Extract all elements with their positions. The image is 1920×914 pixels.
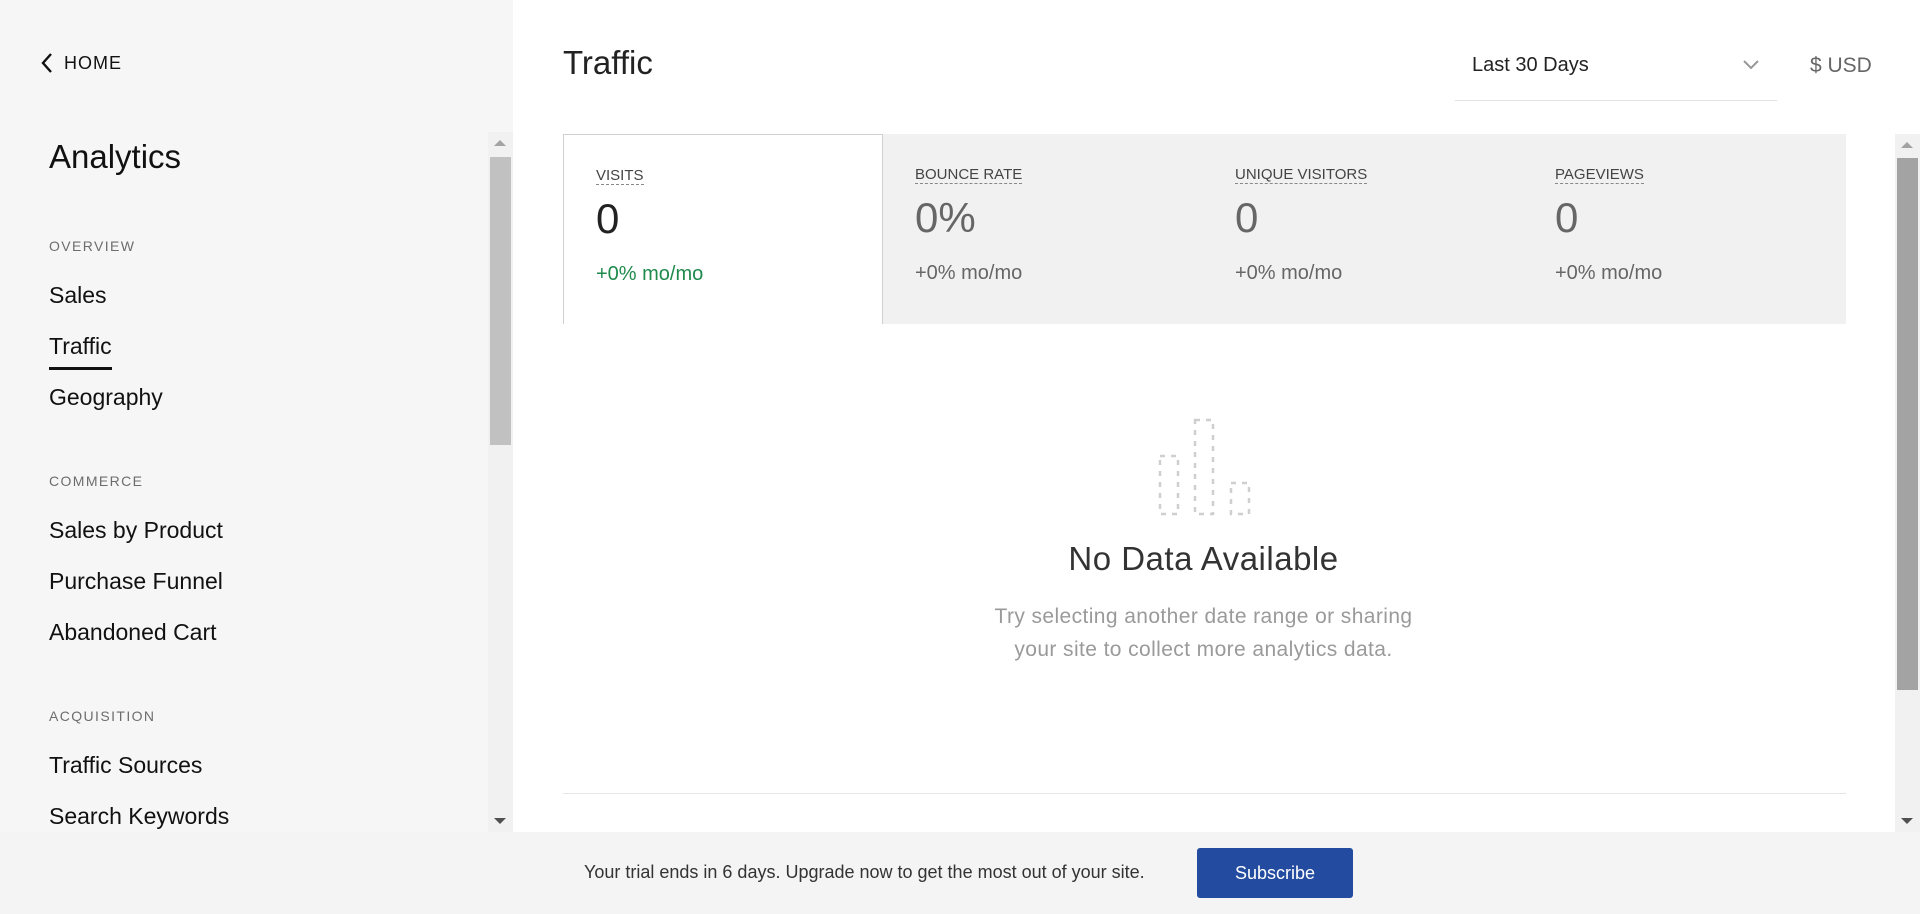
chevron-down-icon — [1743, 60, 1759, 70]
metric-label: PAGEVIEWS — [1555, 166, 1644, 184]
section-overview: OVERVIEW — [49, 238, 136, 254]
subscribe-button[interactable]: Subscribe — [1197, 848, 1353, 898]
sidebar-item-abandoned-cart[interactable]: Abandoned Cart — [49, 619, 217, 646]
trial-message: Your trial ends in 6 days. Upgrade now t… — [584, 862, 1145, 882]
scroll-down-arrow-icon[interactable] — [494, 818, 506, 824]
sidebar-item-purchase-funnel[interactable]: Purchase Funnel — [49, 568, 223, 595]
metric-unique-visitors[interactable]: UNIQUE VISITORS 0 +0% mo/mo — [1203, 134, 1523, 324]
metric-value: 0% — [915, 194, 976, 241]
section-acquisition: ACQUISITION — [49, 708, 156, 724]
metric-bounce-rate[interactable]: BOUNCE RATE 0% +0% mo/mo — [883, 134, 1203, 324]
empty-state-title: No Data Available — [1068, 540, 1339, 577]
empty-state-line-2: your site to collect more analytics data… — [1014, 638, 1393, 661]
sidebar-scrollbar-thumb[interactable] — [490, 157, 511, 445]
sidebar-item-traffic-sources[interactable]: Traffic Sources — [49, 752, 202, 779]
empty-state-line-1: Try selecting another date range or shar… — [994, 605, 1413, 628]
metric-pageviews[interactable]: PAGEVIEWS 0 +0% mo/mo — [1523, 134, 1843, 324]
date-range-value: Last 30 Days — [1472, 54, 1589, 76]
metric-value: 0 — [1555, 194, 1579, 241]
section-commerce: COMMERCE — [49, 473, 144, 489]
bar-chart-placeholder-icon — [1158, 418, 1251, 516]
sidebar-scrollbar[interactable] — [488, 132, 513, 832]
metric-label: BOUNCE RATE — [915, 166, 1023, 184]
sidebar-item-search-keywords[interactable]: Search Keywords — [49, 803, 229, 830]
sidebar-item-geography[interactable]: Geography — [49, 384, 163, 411]
sidebar-nav: OVERVIEW Sales Traffic Geography COMMERC… — [0, 132, 513, 832]
sidebar: HOME Analytics OVERVIEW Sales Traffic Ge… — [0, 0, 513, 832]
main-scrollbar[interactable] — [1895, 134, 1920, 832]
page-title: Traffic — [563, 44, 653, 81]
metric-change: +0% mo/mo — [1235, 262, 1343, 284]
metric-change: +0% mo/mo — [596, 263, 704, 285]
section-divider — [563, 793, 1846, 794]
chevron-left-icon — [41, 53, 52, 73]
sidebar-item-sales[interactable]: Sales — [49, 282, 107, 309]
scroll-up-arrow-icon[interactable] — [1901, 142, 1913, 148]
currency-selector[interactable]: $ USD — [1810, 54, 1872, 78]
home-label: HOME — [64, 52, 122, 73]
metric-label: VISITS — [596, 167, 644, 185]
main-content: Traffic Last 30 Days $ USD VISITS 0 +0% … — [513, 0, 1920, 832]
date-range-select[interactable]: Last 30 Days — [1455, 40, 1777, 101]
trial-banner: Your trial ends in 6 days. Upgrade now t… — [0, 832, 1920, 914]
scroll-down-arrow-icon[interactable] — [1901, 818, 1913, 824]
metric-change: +0% mo/mo — [1555, 262, 1663, 284]
empty-state-description: Try selecting another date range or shar… — [513, 600, 1894, 666]
metric-visits[interactable]: VISITS 0 +0% mo/mo — [563, 134, 883, 324]
metric-value: 0 — [1235, 194, 1259, 241]
metrics-row: VISITS 0 +0% mo/mo BOUNCE RATE 0% +0% mo… — [563, 134, 1846, 324]
metric-label: UNIQUE VISITORS — [1235, 166, 1368, 184]
main-scrollbar-thumb[interactable] — [1897, 158, 1918, 690]
home-link[interactable]: HOME — [40, 52, 122, 74]
metric-change: +0% mo/mo — [915, 262, 1023, 284]
sidebar-item-sales-by-product[interactable]: Sales by Product — [49, 517, 223, 544]
scroll-up-arrow-icon[interactable] — [494, 140, 506, 146]
metric-value: 0 — [596, 195, 620, 242]
sidebar-item-traffic[interactable]: Traffic — [49, 333, 112, 370]
